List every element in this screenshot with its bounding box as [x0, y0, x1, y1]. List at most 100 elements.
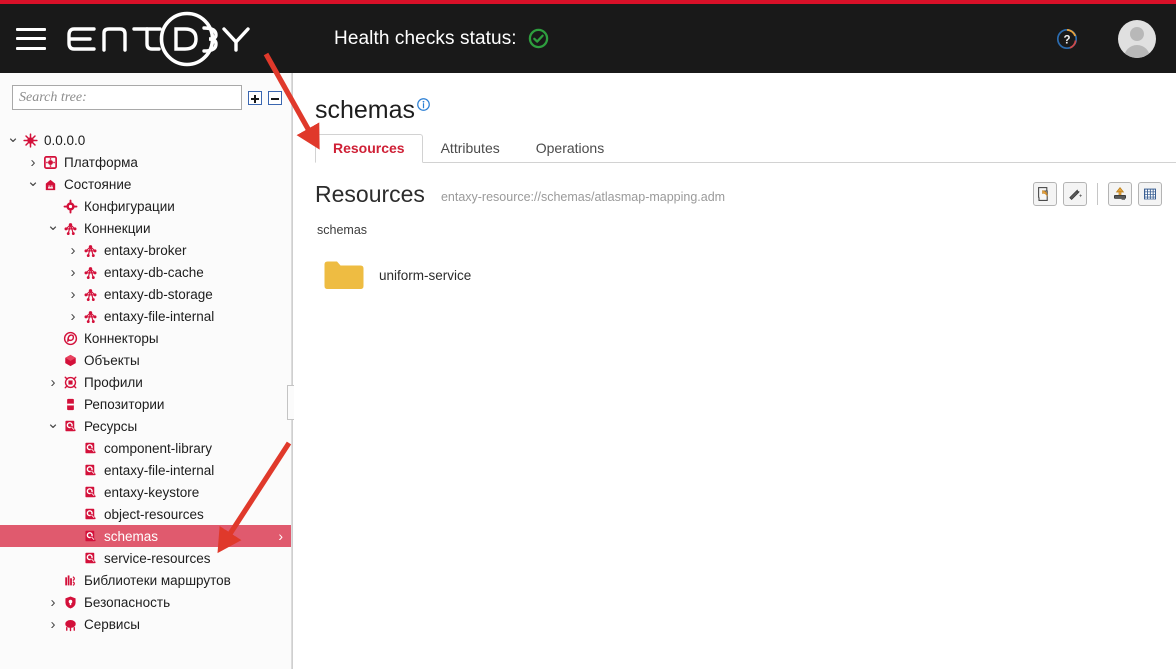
- tree-item-label: Репозитории: [80, 397, 164, 412]
- tree-item-[interactable]: Репозитории: [0, 393, 292, 415]
- app-header: Health checks status: ?: [0, 4, 1176, 73]
- connector-icon: [60, 331, 80, 346]
- resource-folder-label: uniform-service: [379, 268, 471, 283]
- chevron-down-icon[interactable]: [6, 133, 20, 148]
- page-title-text: schemas: [315, 96, 415, 125]
- tree-item-entaxy-file-internal[interactable]: entaxy-file-internal: [0, 305, 292, 327]
- tree-item-label: Сервисы: [80, 617, 140, 632]
- tree-item-[interactable]: Библиотеки маршрутов: [0, 569, 292, 591]
- entaxy-logo: [64, 4, 264, 73]
- tree-item-label: object-resources: [100, 507, 204, 522]
- tree-item-label: Конфигурации: [80, 199, 175, 214]
- tree-item-[interactable]: Безопасность: [0, 591, 292, 613]
- tree-item-label: Профили: [80, 375, 143, 390]
- hamburger-menu-icon[interactable]: [16, 28, 46, 50]
- collapse-all-button[interactable]: [268, 91, 282, 105]
- user-avatar-icon[interactable]: [1118, 20, 1156, 58]
- tree-item-[interactable]: Профили: [0, 371, 292, 393]
- info-circle-icon[interactable]: [417, 98, 430, 111]
- connection-icon: [80, 265, 100, 280]
- section-header: Resources entaxy-resource://schemas/atla…: [315, 181, 725, 208]
- chevron-right-icon[interactable]: [46, 375, 60, 390]
- chevron-right-icon[interactable]: [66, 265, 80, 280]
- chevron-right-icon[interactable]: [66, 309, 80, 324]
- upload-button[interactable]: [1108, 182, 1132, 206]
- state-icon: [40, 177, 60, 192]
- tree-item-label: Ресурсы: [80, 419, 137, 434]
- tree-item-[interactable]: Коннекторы: [0, 327, 292, 349]
- tree-item-object-resources[interactable]: object-resources: [0, 503, 292, 525]
- tree-item-entaxy-broker[interactable]: entaxy-broker: [0, 239, 292, 261]
- resource-uri: entaxy-resource://schemas/atlasmap-mappi…: [441, 190, 725, 208]
- tree-item-entaxy-file-internal[interactable]: entaxy-file-internal: [0, 459, 292, 481]
- tree-item-label: entaxy-db-cache: [100, 265, 204, 280]
- object-icon: [60, 353, 80, 368]
- tab-bar: ResourcesAttributesOperations: [315, 135, 1176, 163]
- search-input[interactable]: [12, 85, 242, 110]
- health-checks-label: Health checks status:: [334, 28, 517, 50]
- tree-item-label: service-resources: [100, 551, 211, 566]
- tree-item-entaxy-db-storage[interactable]: entaxy-db-storage: [0, 283, 292, 305]
- tree-item-[interactable]: Коннекции: [0, 217, 292, 239]
- resource-item-grid: uniform-service: [315, 255, 479, 295]
- resource-icon: [80, 485, 100, 500]
- tree-item-label: Объекты: [80, 353, 140, 368]
- tab-resources[interactable]: Resources: [315, 134, 423, 163]
- tree-item-label: entaxy-keystore: [100, 485, 199, 500]
- tab-attributes[interactable]: Attributes: [423, 134, 518, 163]
- resource-toolbar: [1033, 182, 1162, 206]
- chevron-right-icon[interactable]: ›: [278, 528, 283, 544]
- tree-item-[interactable]: Состояние: [0, 173, 292, 195]
- resource-tree: 0.0.0.0 Платформа Состояние Конфигурации Кон…: [0, 129, 292, 635]
- tree-item-label: entaxy-db-storage: [100, 287, 213, 302]
- node-root-icon: [20, 133, 40, 148]
- tree-item-[interactable]: Объекты: [0, 349, 292, 371]
- repository-icon: [60, 397, 80, 412]
- chevron-right-icon[interactable]: [66, 287, 80, 302]
- health-checks-status: Health checks status:: [334, 28, 549, 50]
- tree-search-row: [0, 73, 292, 110]
- chevron-right-icon[interactable]: [46, 595, 60, 610]
- tree-item-component-library[interactable]: component-library: [0, 437, 292, 459]
- security-shield-icon: [60, 595, 80, 610]
- connection-icon: [60, 221, 80, 236]
- resource-folder-item[interactable]: uniform-service: [315, 255, 479, 295]
- connection-icon: [80, 287, 100, 302]
- tree-item-label: entaxy-broker: [100, 243, 187, 258]
- tree-item-[interactable]: Ресурсы: [0, 415, 292, 437]
- tree-item-[interactable]: Сервисы: [0, 613, 292, 635]
- header-actions: ?: [1056, 20, 1176, 58]
- tree-item-label: 0.0.0.0: [40, 133, 85, 148]
- tree-item-0-0-0-0[interactable]: 0.0.0.0: [0, 129, 292, 151]
- tree-item-service-resources[interactable]: service-resources: [0, 547, 292, 569]
- chevron-right-icon[interactable]: [26, 155, 40, 170]
- chevron-down-icon[interactable]: [46, 221, 60, 236]
- chevron-down-icon[interactable]: [46, 419, 60, 434]
- tree-item-entaxy-db-cache[interactable]: entaxy-db-cache: [0, 261, 292, 283]
- tree-sidebar: 0.0.0.0 Платформа Состояние Конфигурации Кон…: [0, 73, 293, 669]
- page-title: schemas: [315, 96, 430, 125]
- breadcrumb[interactable]: schemas: [317, 223, 367, 237]
- tree-item-[interactable]: Конфигурации: [0, 195, 292, 217]
- tree-item-label: entaxy-file-internal: [100, 463, 214, 478]
- resource-icon: [80, 507, 100, 522]
- question-circle-icon[interactable]: ?: [1056, 28, 1078, 50]
- tree-item-entaxy-keystore[interactable]: entaxy-keystore: [0, 481, 292, 503]
- magic-wand-button[interactable]: [1063, 182, 1087, 206]
- profile-icon: [60, 375, 80, 390]
- tree-item-label: Платформа: [60, 155, 138, 170]
- tree-item-label: Библиотеки маршрутов: [80, 573, 231, 588]
- folder-icon: [323, 259, 365, 291]
- tab-operations[interactable]: Operations: [518, 134, 622, 163]
- chevron-right-icon[interactable]: [66, 243, 80, 258]
- grid-view-button[interactable]: [1138, 182, 1162, 206]
- tree-item-[interactable]: Платформа: [0, 151, 292, 173]
- expand-all-button[interactable]: [248, 91, 262, 105]
- services-icon: [60, 617, 80, 632]
- chevron-down-icon[interactable]: [26, 177, 40, 192]
- copy-button[interactable]: [1033, 182, 1057, 206]
- chevron-right-icon[interactable]: [46, 617, 60, 632]
- tree-item-schemas[interactable]: schemas›: [0, 525, 292, 547]
- connection-icon: [80, 243, 100, 258]
- tree-item-label: Коннекторы: [80, 331, 159, 346]
